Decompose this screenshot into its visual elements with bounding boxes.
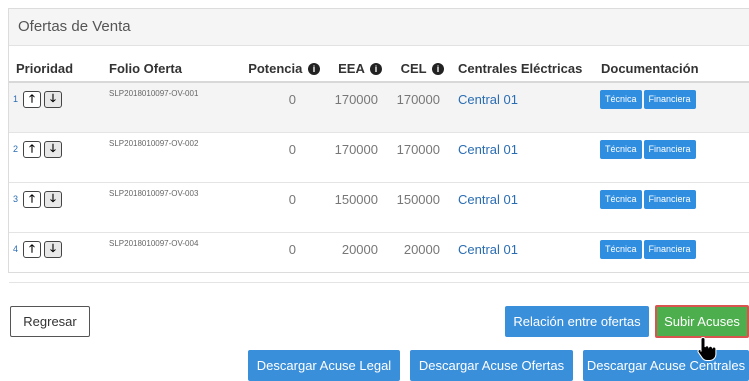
potencia-value: 0: [235, 232, 320, 283]
subir-acuses-button[interactable]: Subir Acuses: [655, 305, 749, 338]
ofertas-panel: Ofertas de Venta Prioridad Folio Oferta …: [8, 8, 749, 283]
regresar-button[interactable]: Regresar: [10, 306, 90, 337]
ofertas-table: Prioridad Folio Oferta Potencia i EEA i …: [9, 55, 749, 283]
potencia-value: 0: [235, 132, 320, 183]
tecnica-button[interactable]: Técnica: [600, 240, 642, 259]
info-icon[interactable]: i: [370, 62, 382, 75]
move-up-button[interactable]: 🡑: [23, 91, 41, 108]
priority-number: 3: [13, 194, 19, 204]
move-down-button[interactable]: 🡓: [44, 91, 62, 108]
financiera-button[interactable]: Financiera: [643, 240, 696, 259]
folio-oferta: SLP2018010097-OV-002: [109, 132, 235, 183]
central-link[interactable]: Central 01: [444, 82, 587, 133]
info-icon[interactable]: i: [432, 62, 444, 75]
folio-oferta: SLP2018010097-OV-003: [109, 182, 235, 233]
header-folio: Folio Oferta: [109, 55, 235, 83]
folio-oferta: SLP2018010097-OV-004: [109, 232, 235, 283]
header-cel: CEL i: [382, 55, 444, 83]
header-potencia: Potencia i: [235, 55, 320, 83]
eea-value: 170000: [320, 82, 382, 133]
move-down-button[interactable]: 🡓: [44, 191, 62, 208]
tecnica-button[interactable]: Técnica: [600, 140, 642, 159]
priority-number: 1: [13, 94, 19, 104]
priority-number: 2: [13, 144, 19, 154]
tecnica-button[interactable]: Técnica: [600, 90, 642, 109]
move-up-button[interactable]: 🡑: [23, 241, 41, 258]
move-down-button[interactable]: 🡓: [44, 241, 62, 258]
cel-value: 150000: [382, 182, 444, 233]
eea-value: 170000: [320, 132, 382, 183]
move-up-button[interactable]: 🡑: [23, 141, 41, 158]
financiera-button[interactable]: Financiera: [643, 90, 696, 109]
header-eea: EEA i: [320, 55, 382, 83]
header-prioridad: Prioridad: [9, 55, 109, 83]
descargar-acuse-legal-button[interactable]: Descargar Acuse Legal: [248, 350, 400, 381]
priority-number: 4: [13, 244, 19, 254]
financiera-button[interactable]: Financiera: [643, 140, 696, 159]
header-centrales: Centrales Eléctricas: [444, 55, 587, 83]
cel-value: 170000: [382, 132, 444, 183]
tecnica-button[interactable]: Técnica: [600, 190, 642, 209]
financiera-button[interactable]: Financiera: [643, 190, 696, 209]
table-row: 2 🡑 🡓 SLP2018010097-OV-002 0 170000 170000…: [9, 132, 749, 183]
potencia-value: 0: [235, 82, 320, 133]
table-row: 4 🡑 🡓 SLP2018010097-OV-004 0 20000 20000 C…: [9, 232, 749, 283]
potencia-value: 0: [235, 182, 320, 233]
header-documentacion: Documentación: [587, 55, 749, 83]
folio-oferta: SLP2018010097-OV-001: [109, 82, 235, 133]
cel-value: 20000: [382, 232, 444, 283]
central-link[interactable]: Central 01: [444, 182, 587, 233]
relacion-ofertas-button[interactable]: Relación entre ofertas: [505, 306, 649, 337]
info-icon[interactable]: i: [308, 62, 320, 75]
eea-value: 20000: [320, 232, 382, 283]
central-link[interactable]: Central 01: [444, 232, 587, 283]
hand-cursor-icon: [697, 336, 717, 361]
descargar-acuse-ofertas-button[interactable]: Descargar Acuse Ofertas: [410, 350, 573, 381]
central-link[interactable]: Central 01: [444, 132, 587, 183]
table-row: 3 🡑 🡓 SLP2018010097-OV-003 0 150000 150000…: [9, 182, 749, 233]
panel-title: Ofertas de Venta: [9, 9, 749, 46]
table-row: 1 🡑 🡓 SLP2018010097-OV-001 0 170000 170000…: [9, 82, 749, 133]
move-down-button[interactable]: 🡓: [44, 141, 62, 158]
move-up-button[interactable]: 🡑: [23, 191, 41, 208]
eea-value: 150000: [320, 182, 382, 233]
descargar-acuse-centrales-button[interactable]: Descargar Acuse Centrales: [583, 350, 749, 381]
cel-value: 170000: [382, 82, 444, 133]
